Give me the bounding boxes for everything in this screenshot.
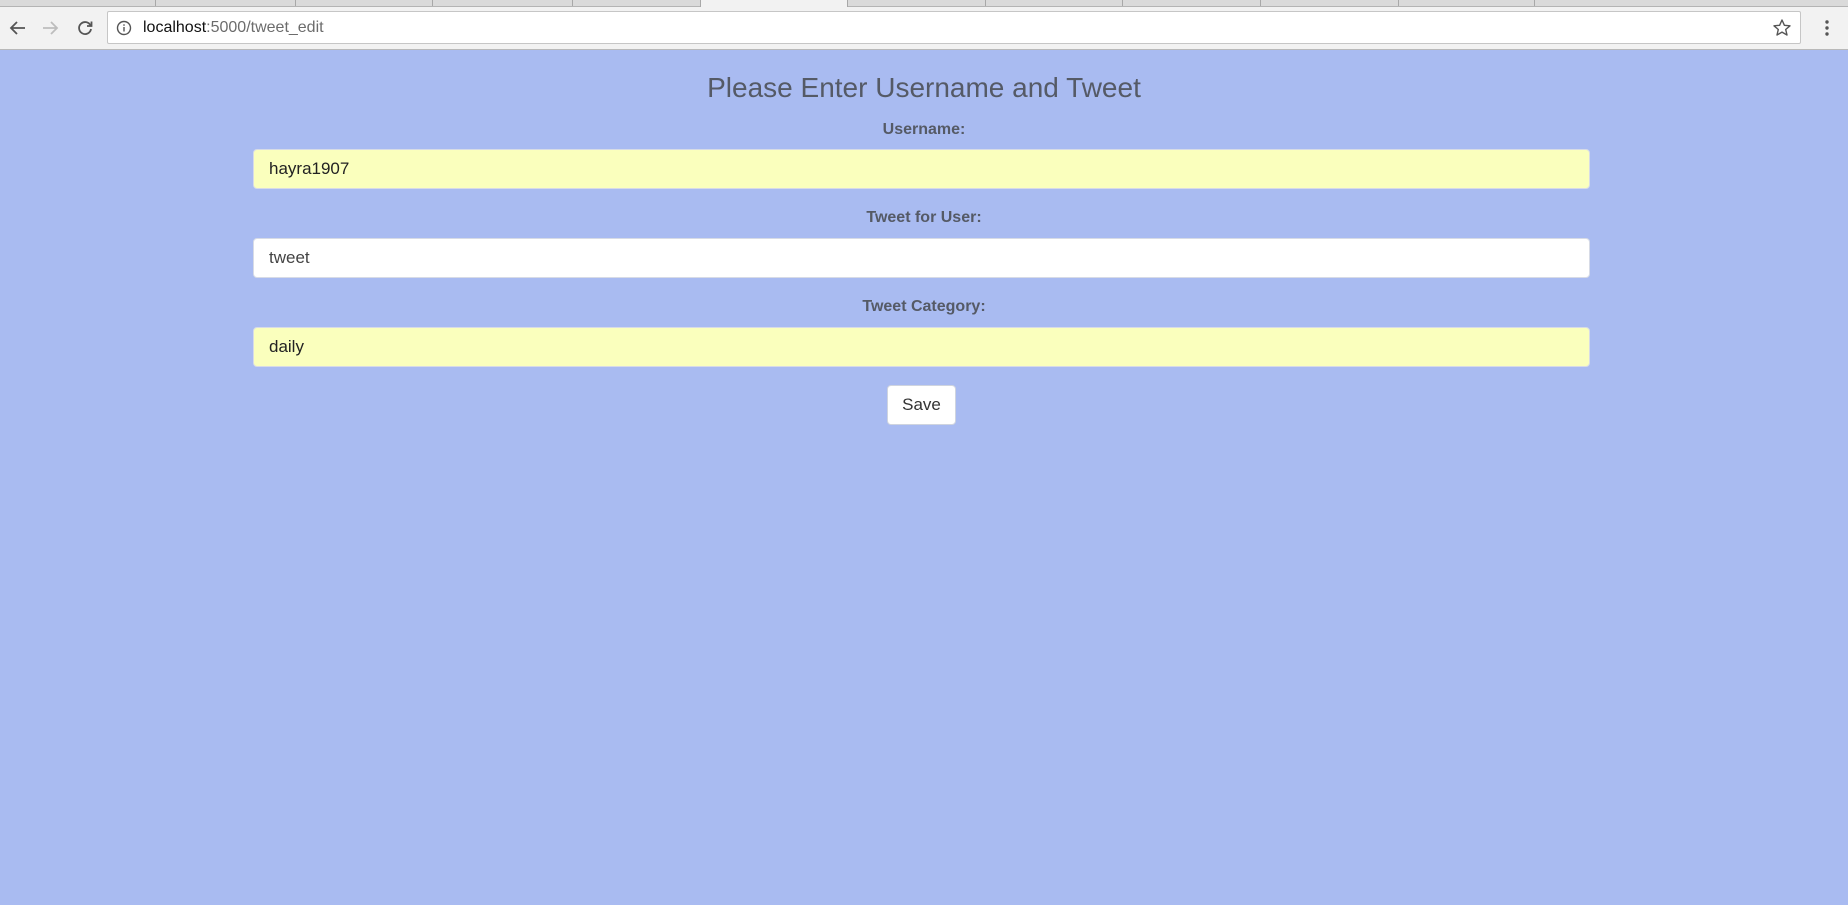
category-input[interactable] xyxy=(253,327,1590,367)
reload-icon xyxy=(78,21,93,35)
tab-separator xyxy=(572,0,573,6)
address-bar[interactable]: localhost:5000/tweet_edit xyxy=(107,11,1801,44)
tab-separator xyxy=(295,0,296,6)
tab-separator xyxy=(1260,0,1261,6)
save-button[interactable]: Save xyxy=(887,385,956,425)
url-host: localhost xyxy=(143,19,207,36)
browser-tab-strip xyxy=(0,0,1848,7)
tweet-label: Tweet for User: xyxy=(866,209,982,226)
info-icon[interactable] xyxy=(116,20,132,36)
bookmark-star-icon[interactable] xyxy=(1772,18,1792,38)
url-text: localhost:5000/tweet_edit xyxy=(143,19,324,37)
forward-arrow-icon xyxy=(43,21,59,35)
kebab-menu-icon xyxy=(1825,20,1829,36)
tab-separator xyxy=(155,0,156,6)
reload-button[interactable] xyxy=(72,15,98,41)
back-button[interactable] xyxy=(5,15,31,41)
tab-separator xyxy=(1122,0,1123,6)
back-arrow-icon xyxy=(9,21,25,35)
forward-button[interactable] xyxy=(37,15,63,41)
tweet-input[interactable] xyxy=(253,238,1590,278)
url-path: :5000/tweet_edit xyxy=(206,19,324,36)
tab-separator xyxy=(432,0,433,6)
tab-separator xyxy=(1534,0,1535,6)
browser-toolbar: localhost:5000/tweet_edit xyxy=(0,7,1848,50)
category-label: Tweet Category: xyxy=(862,298,986,315)
tab-separator xyxy=(985,0,986,6)
page-content: Please Enter Username and Tweet Username… xyxy=(0,51,1848,905)
username-input[interactable] xyxy=(253,149,1590,189)
active-tab[interactable] xyxy=(700,0,848,7)
browser-menu-button[interactable] xyxy=(1816,15,1838,41)
username-label: Username: xyxy=(882,121,966,138)
tab-separator xyxy=(1398,0,1399,6)
page-title: Please Enter Username and Tweet xyxy=(707,72,1141,103)
